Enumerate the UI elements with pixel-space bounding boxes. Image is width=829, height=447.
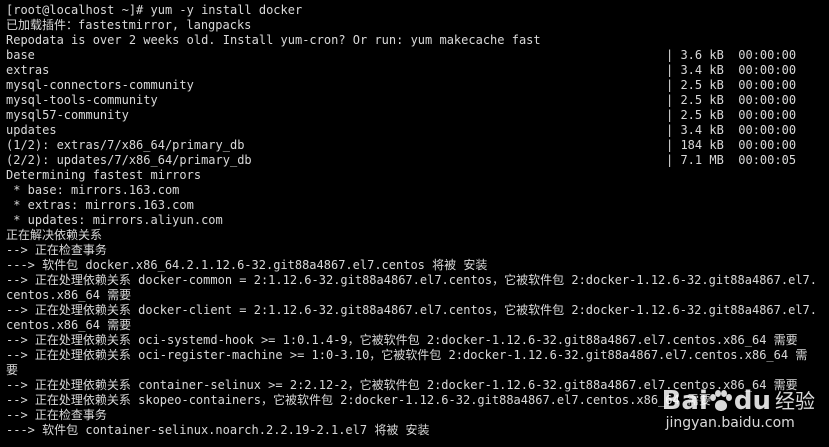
output-line: * updates: mirrors.aliyun.com — [6, 213, 223, 227]
output-line: * base: mirrors.163.com — [6, 183, 180, 197]
baidu-watermark: Bai du 经验 jingyan.baidu.com — [662, 387, 815, 431]
repo-name: mysql-connectors-community — [6, 78, 194, 92]
repo-name: updates — [6, 123, 57, 137]
repo-stat: | 3.4 kB 00:00:00 — [666, 123, 797, 137]
repo-name: mysql57-community — [6, 108, 129, 122]
watermark-brand-left: Bai — [661, 386, 708, 416]
output-line: --> 正在处理依赖关系 docker-common = 2:1.12.6-32… — [6, 273, 817, 287]
output-line: centos.x86_64 需要 — [6, 318, 132, 332]
repo-stat: | 2.5 kB 00:00:00 — [666, 108, 797, 122]
output-line: --> 正在处理依赖关系 oci-systemd-hook >= 1:0.1.4… — [6, 333, 798, 347]
output-line: * extras: mirrors.163.com — [6, 198, 194, 212]
watermark-url: jingyan.baidu.com — [665, 415, 795, 431]
repo-name: base — [6, 48, 35, 62]
output-line: Repodata is over 2 weeks old. Install yu… — [6, 33, 541, 47]
watermark-logo: Bai du 经验 — [662, 387, 815, 415]
watermark-brand-right: du — [733, 386, 771, 416]
repo-name: extras — [6, 63, 50, 77]
repo-name: (1/2): extras/7/x86_64/primary_db — [6, 138, 245, 152]
output-line: --> 正在处理依赖关系 docker-client = 2:1.12.6-32… — [6, 303, 817, 317]
output-line: centos.x86_64 需要 — [6, 288, 132, 302]
repo-stat: | 7.1 MB 00:00:05 — [666, 153, 797, 167]
output-line: 已加载插件：fastestmirror, langpacks — [6, 18, 252, 32]
repo-stat: | 184 kB 00:00:00 — [666, 138, 797, 152]
repo-stat: | 2.5 kB 00:00:00 — [666, 78, 797, 92]
output-line: ---> 软件包 docker.x86_64.2.1.12.6-32.git88… — [6, 258, 488, 272]
repo-stat: | 3.6 kB 00:00:00 — [666, 48, 797, 62]
output-line: --> 正在处理依赖关系 oci-register-machine >= 1:0… — [6, 348, 808, 362]
repo-row: (1/2): extras/7/x86_64/primary_db | 184 … — [6, 138, 829, 153]
output-line: 要 — [6, 363, 19, 377]
repo-name: (2/2): updates/7/x86_64/primary_db — [6, 153, 252, 167]
repo-stat: | 3.4 kB 00:00:00 — [666, 63, 797, 77]
terminal-window[interactable]: [root@localhost ~]# yum -y install docke… — [0, 0, 829, 447]
repo-row: (2/2): updates/7/x86_64/primary_db | 7.1… — [6, 153, 829, 168]
repo-row: extras | 3.4 kB 00:00:00 — [6, 63, 829, 78]
repo-row: mysql57-community | 2.5 kB 00:00:00 — [6, 108, 829, 123]
repo-row: mysql-connectors-community | 2.5 kB 00:0… — [6, 78, 829, 93]
output-line: Determining fastest mirrors — [6, 168, 202, 182]
watermark-brand-suffix: 经验 — [775, 389, 815, 413]
command-line: [root@localhost ~]# yum -y install docke… — [6, 3, 303, 17]
output-line: --> 正在检查事务 — [6, 243, 107, 257]
repo-row: mysql-tools-community | 2.5 kB 00:00:00 — [6, 93, 829, 108]
repo-stat: | 2.5 kB 00:00:00 — [666, 93, 797, 107]
paw-icon — [709, 390, 732, 412]
repo-row: base | 3.6 kB 00:00:00 — [6, 48, 829, 63]
output-line: 正在解决依赖关系 — [6, 228, 103, 242]
repo-row: updates | 3.4 kB 00:00:00 — [6, 123, 829, 138]
repo-name: mysql-tools-community — [6, 93, 158, 107]
